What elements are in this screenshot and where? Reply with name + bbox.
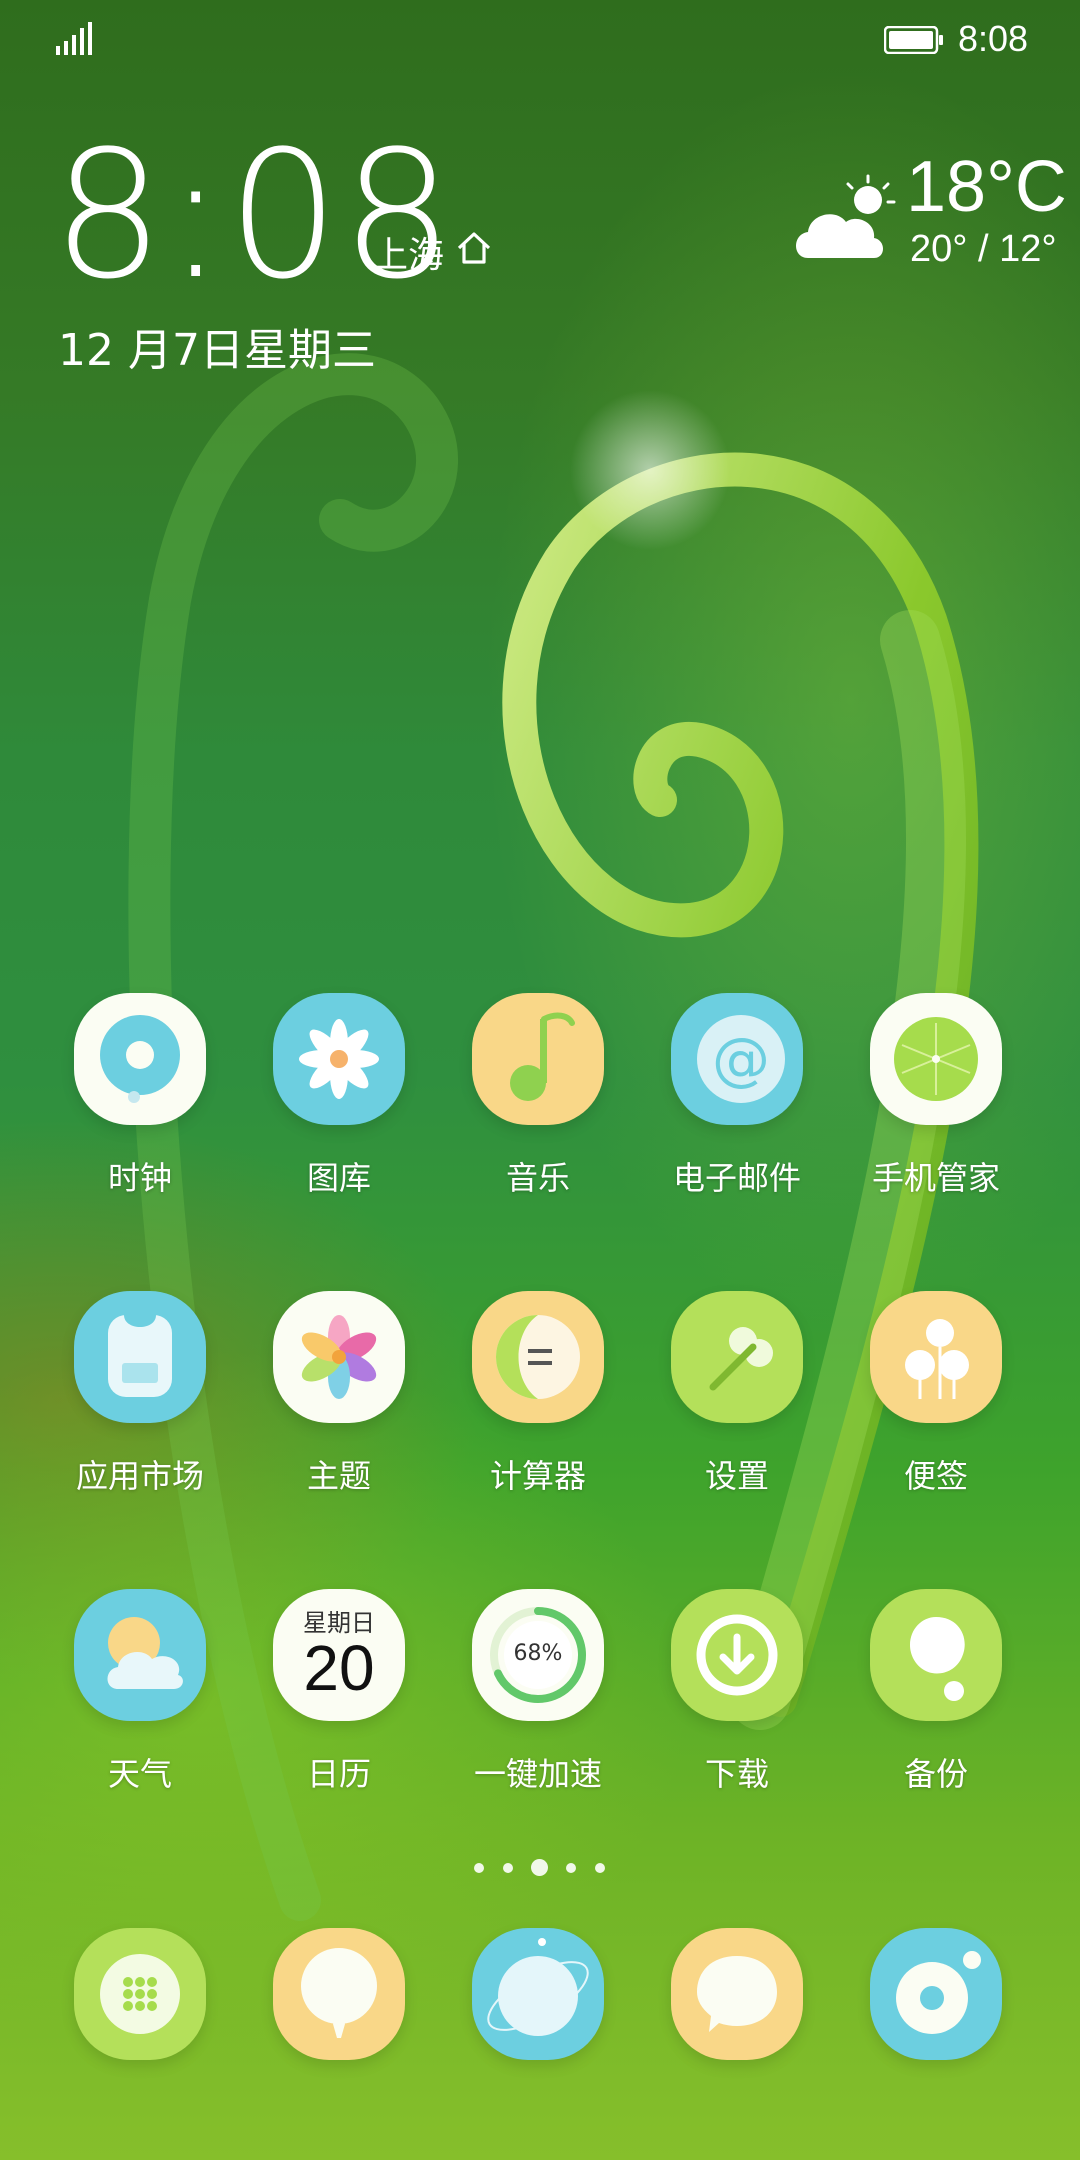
app-label: 音乐 [505, 1159, 570, 1197]
calendar-icon: 星期日 20 [273, 1589, 405, 1721]
contacts-icon[interactable] [273, 1928, 405, 2060]
notes-icon [870, 1291, 1002, 1423]
app-label: 下载 [704, 1755, 769, 1793]
svg-text:@: @ [712, 1025, 770, 1093]
phone-manager-icon [870, 993, 1002, 1125]
clock-icon [74, 993, 206, 1125]
app-label: 应用市场 [75, 1457, 204, 1495]
app-boost[interactable]: 68% 一键加速 [448, 1589, 628, 1809]
weather-range: 20° / 12° [910, 228, 1057, 270]
theme-icon [273, 1291, 405, 1423]
page-dot[interactable] [566, 1863, 576, 1873]
app-notes[interactable]: 便签 [846, 1291, 1026, 1511]
app-calculator[interactable]: 计算器 [448, 1291, 628, 1511]
partly-cloudy-icon[interactable] [790, 170, 900, 270]
app-label: 天气 [107, 1755, 172, 1793]
browser-icon[interactable] [472, 1928, 604, 2060]
music-icon [472, 993, 604, 1125]
email-icon: @ [671, 993, 803, 1125]
app-email[interactable]: @ 电子邮件 [647, 993, 827, 1213]
signal-bars-icon [56, 22, 92, 60]
dialer-icon[interactable] [74, 1928, 206, 2060]
camera-icon[interactable] [870, 1928, 1002, 2060]
app-label: 设置 [704, 1457, 769, 1495]
app-gallery[interactable]: 图库 [249, 993, 429, 1213]
boost-icon: 68% [472, 1589, 604, 1721]
page-dot[interactable] [503, 1863, 513, 1873]
calculator-icon [472, 1291, 604, 1423]
app-theme[interactable]: 主题 [249, 1291, 429, 1511]
page-dot[interactable] [474, 1863, 484, 1873]
app-label: 手机管家 [871, 1159, 1000, 1197]
app-calendar[interactable]: 星期日 20 日历 [249, 1589, 429, 1809]
download-icon [671, 1589, 803, 1721]
status-time: 8:08 [958, 18, 1029, 59]
messages-icon[interactable] [671, 1928, 803, 2060]
app-label: 一键加速 [473, 1755, 602, 1793]
app-music[interactable]: 音乐 [448, 993, 628, 1213]
settings-icon [671, 1291, 803, 1423]
clock-date: 12 月7日星期三 [58, 325, 376, 376]
app-label: 电子邮件 [672, 1159, 801, 1197]
boost-percent: 68% [513, 1641, 563, 1666]
app-phone-manager[interactable]: 手机管家 [846, 993, 1026, 1213]
weather-icon [74, 1589, 206, 1721]
clock-city: 上海 [372, 235, 445, 276]
backup-icon [870, 1589, 1002, 1721]
app-settings[interactable]: 设置 [647, 1291, 827, 1511]
status-bar: 8:08 [0, 0, 1080, 80]
calendar-day: 20 [303, 1632, 375, 1704]
page-indicator[interactable] [0, 1858, 1080, 1878]
app-label: 备份 [903, 1755, 968, 1793]
app-label: 主题 [306, 1457, 371, 1495]
home-icon [454, 228, 494, 272]
app-weather[interactable]: 天气 [50, 1589, 230, 1809]
app-clock[interactable]: 时钟 [50, 993, 230, 1213]
app-backup[interactable]: 备份 [846, 1589, 1026, 1809]
app-label: 时钟 [107, 1159, 172, 1197]
battery-full-icon [883, 25, 944, 58]
page-dot-active[interactable] [531, 1859, 548, 1876]
app-label: 日历 [306, 1755, 371, 1793]
app-market-icon [74, 1291, 206, 1423]
app-download[interactable]: 下载 [647, 1589, 827, 1809]
app-label: 便签 [903, 1457, 968, 1495]
page-dot[interactable] [595, 1863, 605, 1873]
app-label: 图库 [306, 1159, 371, 1197]
app-market[interactable]: 应用市场 [50, 1291, 230, 1511]
weather-temperature: 18°C [906, 147, 1067, 227]
app-label: 计算器 [489, 1457, 586, 1495]
gallery-icon [273, 993, 405, 1125]
